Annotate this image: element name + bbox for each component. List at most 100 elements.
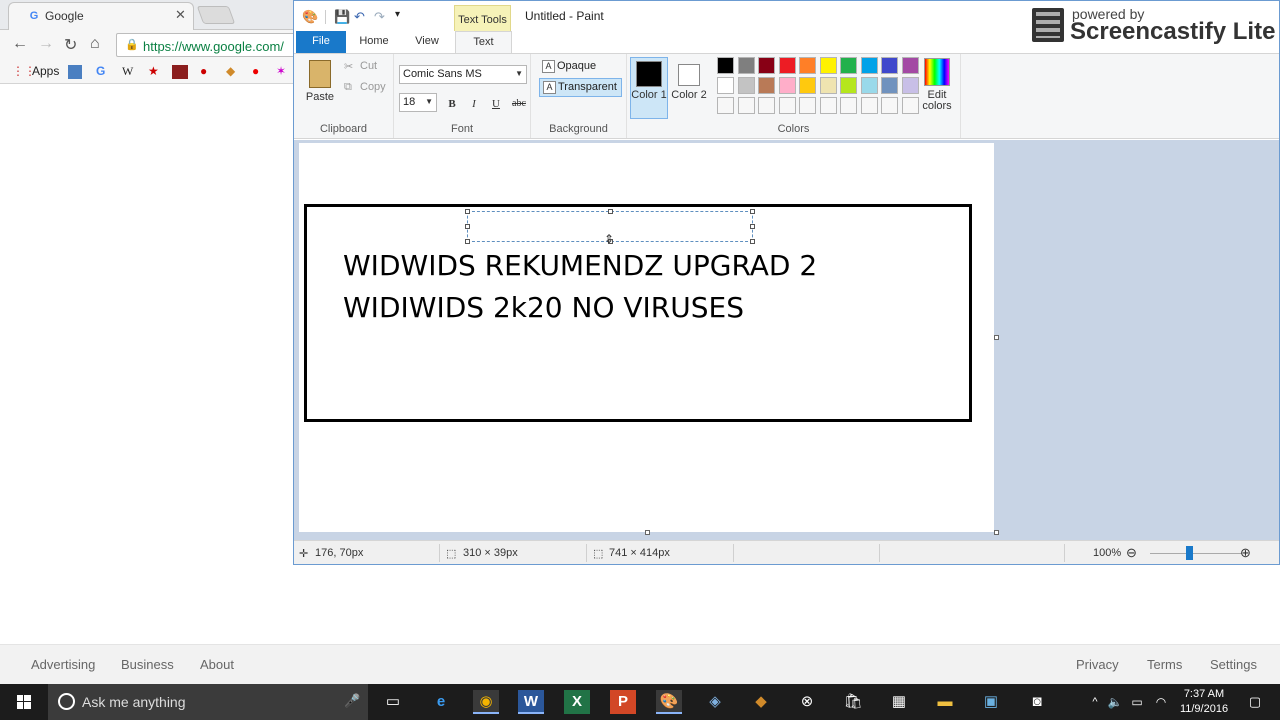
google-icon[interactable]: G [96,64,105,78]
tab-file[interactable]: File [296,31,346,53]
excel-icon[interactable]: X [564,690,590,714]
cut-button[interactable]: Cut [360,60,377,72]
palette-swatch[interactable] [901,57,919,74]
copy-icon[interactable]: ⧉ [344,81,352,94]
palette-swatch[interactable] [799,77,816,94]
resize-handle[interactable] [750,239,755,244]
palette-empty-swatch[interactable] [901,97,919,114]
wifi-icon[interactable]: ◠ [1148,690,1174,714]
edge-icon[interactable]: e [428,690,454,714]
font-family-select[interactable]: Comic Sans MS ▼ [399,65,527,84]
palette-empty-swatch[interactable] [840,97,857,114]
palette-empty-swatch[interactable] [737,97,755,114]
palette-empty-swatch[interactable] [717,97,734,114]
camera-icon[interactable]: ◙ [1024,690,1050,714]
footer-about-link[interactable]: About [200,657,234,672]
palette-swatch[interactable] [758,57,775,74]
system-clock[interactable]: 7:37 AM 11/9/2016 [1174,687,1234,717]
palette-swatch[interactable] [881,77,898,94]
back-arrow-icon[interactable]: ← [12,35,28,53]
resize-handle[interactable] [608,209,613,214]
forward-arrow-icon[interactable]: → [38,35,54,53]
palette-empty-swatch[interactable] [778,97,796,114]
powerpoint-icon[interactable]: P [610,690,636,714]
file-explorer-icon[interactable]: ▬ [932,690,958,714]
palette-swatch[interactable] [737,57,755,74]
cortana-search-box[interactable]: Ask me anything 🎤 [48,684,368,720]
canvas-resize-handle-right[interactable] [994,335,999,340]
text-selection-box[interactable]: ⇕ [465,209,755,246]
palette-swatch[interactable] [840,57,857,74]
palette-swatch[interactable] [799,57,816,74]
palette-swatch[interactable] [860,57,878,74]
zoom-out-icon[interactable]: ⊖ [1126,545,1137,561]
palette-swatch[interactable] [840,77,857,94]
action-center-icon[interactable]: ▢ [1242,690,1268,714]
wikipedia-icon[interactable]: W [122,64,133,79]
new-tab-button[interactable] [196,6,236,24]
copy-button[interactable]: Copy [360,81,386,93]
resize-handle[interactable] [465,209,470,214]
palette-empty-swatch[interactable] [819,97,837,114]
palette-swatch[interactable] [758,77,775,94]
tab-home[interactable]: Home [349,31,399,53]
palette-swatch[interactable] [819,77,837,94]
paint-icon[interactable]: 🎨 [656,690,682,714]
battery-icon[interactable]: ▭ [1124,690,1150,714]
undo-icon[interactable]: ↶ [354,9,365,25]
palette-empty-swatch[interactable] [799,97,816,114]
zoom-in-icon[interactable]: ⊕ [1240,545,1251,561]
resize-handle[interactable] [750,209,755,214]
palette-swatch[interactable] [778,77,796,94]
footer-business-link[interactable]: Business [121,657,174,672]
color1-button[interactable]: Color 1 [630,57,668,119]
palette-empty-swatch[interactable] [881,97,898,114]
transparent-button[interactable]: A Transparent [539,78,622,97]
home-icon[interactable]: ⌂ [90,35,100,53]
tab-close-icon[interactable]: ✕ [175,7,186,23]
palette-swatch[interactable] [717,57,734,74]
palette-swatch[interactable] [860,77,878,94]
bold-button[interactable]: B [443,95,461,113]
bookmark-icon-2[interactable] [172,65,188,79]
lamp-bookmark-icon[interactable]: ◆ [226,64,235,78]
red-circle-bookmark-icon[interactable]: ● [252,64,259,78]
drawing-canvas[interactable]: ⇕ WIDWIDS REKUMENDZ UPGRAD 2 WIDIWIDS 2k… [299,143,994,532]
palette-empty-swatch[interactable] [860,97,878,114]
zoom-slider-thumb[interactable] [1186,546,1193,560]
task-view-icon[interactable]: ▭ [380,690,406,714]
calculator-icon[interactable]: ▦ [886,690,912,714]
xbox-icon[interactable]: ⊗ [794,690,820,714]
save-icon[interactable]: 💾 [334,9,350,25]
font-size-select[interactable]: 18 ▼ [399,93,437,112]
bookmark-icon-1[interactable] [68,65,82,79]
resize-handle[interactable] [750,224,755,229]
footer-privacy-link[interactable]: Privacy [1076,657,1119,672]
palette-empty-swatch[interactable] [758,97,775,114]
start-button[interactable] [0,684,48,720]
game-app-icon[interactable]: ◆ [748,690,774,714]
resize-handle[interactable] [465,239,470,244]
bookmark-apps[interactable]: Apps [32,64,59,78]
palette-swatch[interactable] [778,57,796,74]
palette-swatch[interactable] [717,77,734,94]
reload-icon[interactable]: ↻ [64,35,77,55]
palette-swatch[interactable] [881,57,898,74]
footer-settings-link[interactable]: Settings [1210,657,1257,672]
tab-text[interactable]: Text [455,31,512,53]
network-app-icon[interactable]: ◈ [702,690,728,714]
underline-button[interactable]: U [487,95,505,113]
canvas-resize-handle-corner[interactable] [994,530,999,535]
palette-swatch[interactable] [901,77,919,94]
footer-advertising-link[interactable]: Advertising [31,657,95,672]
store-icon[interactable]: 🛍 [840,690,866,714]
resize-handle[interactable] [465,224,470,229]
microphone-icon[interactable]: 🎤 [344,693,360,709]
chrome-tab-google[interactable]: G Google ✕ [8,2,194,30]
edit-colors-button[interactable]: Edit colors [917,58,957,112]
palette-swatch[interactable] [819,57,837,74]
address-bar[interactable]: 🔒 https://www.google.com/ [116,33,296,57]
chrome-icon[interactable]: ◉ [473,690,499,714]
star-bookmark-icon[interactable]: ★ [148,64,159,78]
star-pink-bookmark-icon[interactable]: ✶ [276,64,286,78]
